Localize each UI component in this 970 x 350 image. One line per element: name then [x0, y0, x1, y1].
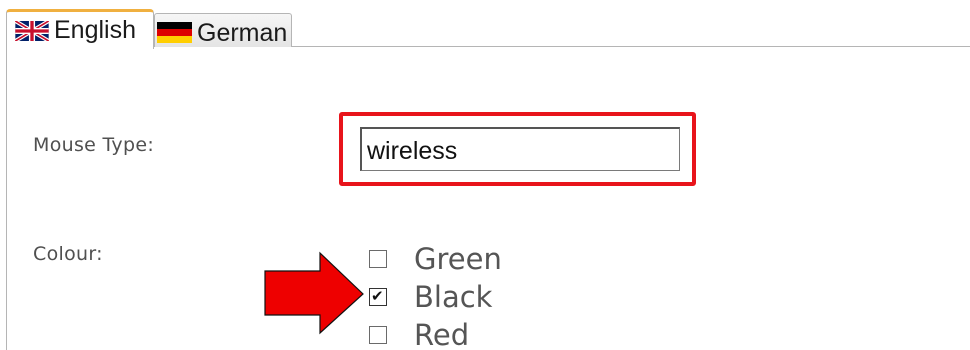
colour-option-red[interactable]: Red [369, 316, 469, 350]
tab-german[interactable]: German [154, 13, 292, 47]
mouse-type-label: Mouse Type: [33, 134, 155, 156]
colour-option-black[interactable]: ✔ Black [369, 278, 492, 316]
colour-label: Colour: [33, 243, 103, 265]
red-checkbox[interactable] [369, 326, 387, 344]
red-option-label: Red [414, 318, 470, 350]
tab-english-label: English [54, 16, 136, 44]
german-flag-icon [157, 21, 192, 43]
black-checkbox[interactable]: ✔ [369, 288, 387, 306]
green-checkbox[interactable] [369, 250, 387, 268]
tab-strip-divider [292, 46, 970, 47]
colour-option-green[interactable]: Green [369, 240, 502, 278]
tab-english[interactable]: English [6, 9, 154, 49]
panel-border [6, 48, 7, 350]
mouse-type-input[interactable] [360, 127, 680, 171]
uk-flag-icon [15, 20, 49, 41]
green-option-label: Green [414, 242, 502, 276]
checkmark-icon: ✔ [371, 287, 384, 305]
tab-german-label: German [197, 19, 288, 47]
red-arrow-icon [264, 251, 364, 335]
form-window: English German Mouse Type: Colour: Green… [0, 0, 970, 350]
black-option-label: Black [414, 280, 493, 314]
